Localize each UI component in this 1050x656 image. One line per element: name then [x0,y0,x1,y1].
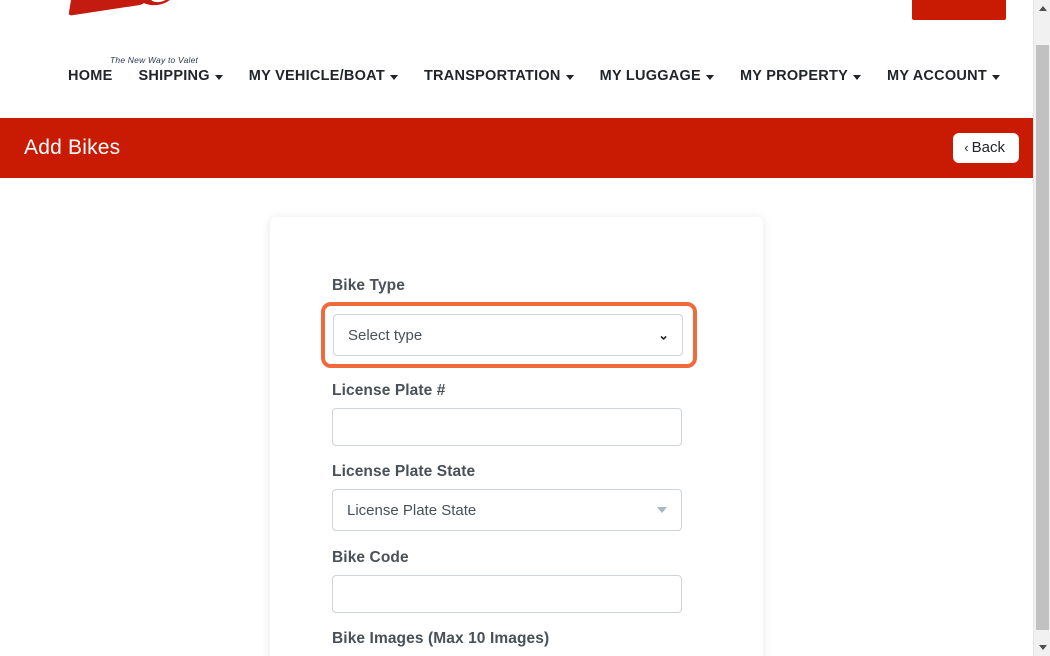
scrollbar-thumb[interactable] [1036,45,1049,630]
chevron-left-icon: ‹ [964,140,969,155]
license-plate-state-select[interactable]: License Plate State [332,489,682,531]
add-bikes-form-card: Bike Type Select type ⌄ License Plate # [270,217,763,656]
nav-item-transportation[interactable]: TRANSPORTATION [424,68,574,84]
license-plate-state-label: License Plate State [332,463,476,480]
chevron-down-icon [852,74,861,80]
browser-scrollbar[interactable] [1033,0,1050,656]
page-title-bar: Add Bikes ‹ Back [0,118,1033,178]
bike-images-label: Bike Images (Max 10 Images) [332,630,550,647]
nav-item-my-account-label: MY ACCOUNT [886,68,987,84]
header-cta-button[interactable] [912,0,1006,20]
nav-item-home[interactable]: HOME [68,68,113,84]
field-license-plate-state: License Plate State License Plate State [332,463,682,531]
nav-item-home-label: HOME [68,68,113,84]
bike-code-input[interactable] [332,575,682,613]
nav-item-my-account[interactable]: MY ACCOUNT [887,68,1000,84]
license-plate-state-selected-value: License Plate State [347,501,477,519]
field-bike-images: Bike Images (Max 10 Images) [332,630,682,656]
bike-type-selected-value: Select type [348,326,423,344]
bike-type-select[interactable]: Select type ⌄ [333,314,683,356]
back-button-label: Back [971,139,1005,156]
nav-item-my-vehicle-boat[interactable]: MY VEHICLE/BOAT [249,68,398,84]
chevron-down-icon [705,74,714,80]
scrollbar-down-arrow-icon[interactable] [1034,639,1050,656]
back-button[interactable]: ‹ Back [953,133,1019,163]
nav-item-my-luggage[interactable]: MY LUGGAGE [600,68,714,84]
logo-tag-icon [68,0,152,16]
triangle-down-icon [657,507,667,513]
site-header: The New Way to Valet HOME SHIPPING MY VE… [0,0,1033,110]
nav-item-my-vehicle-boat-label: MY VEHICLE/BOAT [248,68,385,84]
field-license-plate-number: License Plate # [332,382,682,446]
license-plate-number-label: License Plate # [332,382,446,399]
chevron-down-icon [991,74,1000,80]
chevron-down-icon: ⌄ [658,327,669,343]
site-logo[interactable] [58,0,238,26]
scrollbar-up-arrow-icon[interactable] [1034,0,1050,17]
nav-item-my-luggage-label: MY LUGGAGE [599,68,701,84]
bike-type-highlight-ring: Select type ⌄ [321,302,697,368]
field-bike-code: Bike Code [332,549,682,613]
bike-type-label: Bike Type [332,277,405,294]
field-bike-type: Bike Type Select type ⌄ [321,277,697,368]
nav-item-transportation-label: TRANSPORTATION [423,68,561,84]
nav-item-shipping[interactable]: SHIPPING [139,68,223,84]
nav-item-shipping-label: SHIPPING [138,68,210,84]
content-area: Bike Type Select type ⌄ License Plate # [0,178,1033,656]
page-viewport: The New Way to Valet HOME SHIPPING MY VE… [0,0,1033,656]
bike-code-label: Bike Code [332,549,409,566]
chevron-down-icon [389,74,398,80]
main-navigation: HOME SHIPPING MY VEHICLE/BOAT TRANSPORTA… [0,58,1033,94]
form-fields: Bike Type Select type ⌄ License Plate # [321,277,697,656]
page-title: Add Bikes [24,136,121,159]
nav-item-my-property-label: MY PROPERTY [739,68,848,84]
chevron-down-icon [214,74,223,80]
chevron-down-icon [565,74,574,80]
license-plate-number-input[interactable] [332,408,682,446]
nav-item-my-property[interactable]: MY PROPERTY [740,68,861,84]
